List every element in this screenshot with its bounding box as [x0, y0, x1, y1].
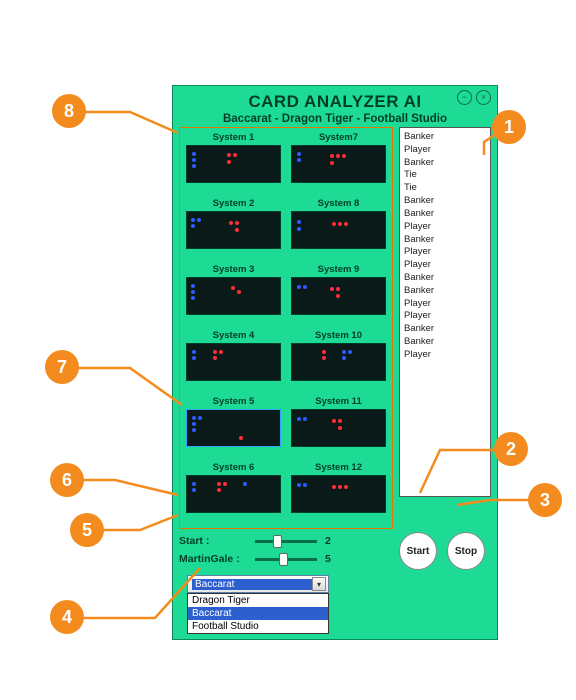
system-cell: System 3 — [186, 264, 281, 326]
system-canvas[interactable] — [186, 409, 281, 447]
system-cell: System 9 — [291, 264, 386, 326]
history-item: Banker — [404, 272, 486, 285]
callout-badge-8: 8 — [52, 94, 86, 128]
system-cell: System 8 — [291, 198, 386, 260]
dropdown-selected-text: Baccarat — [192, 579, 312, 590]
history-list[interactable]: Banker Player Banker Tie Tie Banker Bank… — [399, 127, 491, 497]
start-slider[interactable] — [255, 540, 317, 543]
system-cell: System 1 — [186, 132, 281, 194]
martingale-slider-label: MartinGale : — [179, 553, 247, 565]
history-item: Player — [404, 259, 486, 272]
system-label: System 4 — [186, 330, 281, 341]
system-canvas[interactable] — [291, 475, 386, 513]
system-label: System 11 — [291, 396, 386, 407]
chevron-down-icon[interactable]: ▾ — [312, 577, 326, 591]
system-cell: System7 — [291, 132, 386, 194]
history-item: Banker — [404, 285, 486, 298]
system-label: System 12 — [291, 462, 386, 473]
systems-grid: System 1 System7 System 2 — [179, 127, 393, 529]
history-item: Banker — [404, 323, 486, 336]
system-cell: System 12 — [291, 462, 386, 524]
system-cell: System 4 — [186, 330, 281, 392]
controls-panel: Start : 2 MartinGale : 5 Start Stop — [179, 535, 493, 571]
system-cell: System 11 — [291, 396, 386, 458]
history-item: Banker — [404, 336, 486, 349]
system-cell: System 5 — [186, 396, 281, 458]
system-label: System 10 — [291, 330, 386, 341]
system-canvas[interactable] — [186, 145, 281, 183]
history-item: Player — [404, 221, 486, 234]
app-title: CARD ANALYZER AI — [181, 92, 489, 112]
system-canvas[interactable] — [291, 277, 386, 315]
system-cell: System 2 — [186, 198, 281, 260]
history-item: Banker — [404, 234, 486, 247]
history-item: Banker — [404, 208, 486, 221]
history-item: Banker — [404, 157, 486, 170]
martingale-slider[interactable] — [255, 558, 317, 561]
history-item: Tie — [404, 182, 486, 195]
system-label: System 9 — [291, 264, 386, 275]
history-item: Player — [404, 298, 486, 311]
history-item: Banker — [404, 131, 486, 144]
system-label: System 1 — [186, 132, 281, 143]
system-canvas[interactable] — [186, 277, 281, 315]
history-item: Tie — [404, 169, 486, 182]
callout-badge-7: 7 — [45, 350, 79, 384]
dropdown-option[interactable]: Football Studio — [188, 620, 328, 633]
history-item: Player — [404, 310, 486, 323]
dropdown-list[interactable]: Dragon Tiger Baccarat Football Studio — [187, 593, 329, 634]
system-canvas[interactable] — [291, 145, 386, 183]
callout-badge-6: 6 — [50, 463, 84, 497]
system-cell: System 10 — [291, 330, 386, 392]
dropdown-option[interactable]: Baccarat — [188, 607, 328, 620]
close-button[interactable]: × — [476, 90, 491, 105]
start-slider-label: Start : — [179, 535, 247, 547]
callout-badge-5: 5 — [70, 513, 104, 547]
system-cell: System 6 — [186, 462, 281, 524]
system-label: System 3 — [186, 264, 281, 275]
system-canvas[interactable] — [186, 343, 281, 381]
dropdown-selected[interactable]: Baccarat ▾ — [187, 575, 329, 593]
dropdown-option[interactable]: Dragon Tiger — [188, 594, 328, 607]
game-dropdown[interactable]: Baccarat ▾ Dragon Tiger Baccarat Footbal… — [187, 575, 329, 634]
start-slider-value: 2 — [325, 535, 341, 547]
system-label: System 5 — [186, 396, 281, 407]
system-label: System 6 — [186, 462, 281, 473]
stop-button[interactable]: Stop — [447, 532, 485, 570]
start-slider-thumb[interactable] — [273, 535, 282, 548]
app-window: CARD ANALYZER AI Baccarat - Dragon Tiger… — [172, 85, 498, 640]
martingale-slider-thumb[interactable] — [279, 553, 288, 566]
start-button[interactable]: Start — [399, 532, 437, 570]
system-label: System 8 — [291, 198, 386, 209]
callout-badge-1: 1 — [492, 110, 526, 144]
system-canvas[interactable] — [186, 475, 281, 513]
martingale-slider-value: 5 — [325, 553, 341, 565]
history-item: Banker — [404, 195, 486, 208]
callout-badge-3: 3 — [528, 483, 562, 517]
system-canvas[interactable] — [186, 211, 281, 249]
minimize-button[interactable]: − — [457, 90, 472, 105]
callout-badge-4: 4 — [50, 600, 84, 634]
history-item: Player — [404, 246, 486, 259]
titlebar: CARD ANALYZER AI Baccarat - Dragon Tiger… — [173, 86, 497, 127]
system-label: System7 — [291, 132, 386, 143]
system-label: System 2 — [186, 198, 281, 209]
app-subtitle: Baccarat - Dragon Tiger - Football Studi… — [181, 113, 489, 125]
system-canvas[interactable] — [291, 343, 386, 381]
history-item: Player — [404, 144, 486, 157]
history-item: Player — [404, 349, 486, 362]
system-canvas[interactable] — [291, 211, 386, 249]
callout-badge-2: 2 — [494, 432, 528, 466]
system-canvas[interactable] — [291, 409, 386, 447]
